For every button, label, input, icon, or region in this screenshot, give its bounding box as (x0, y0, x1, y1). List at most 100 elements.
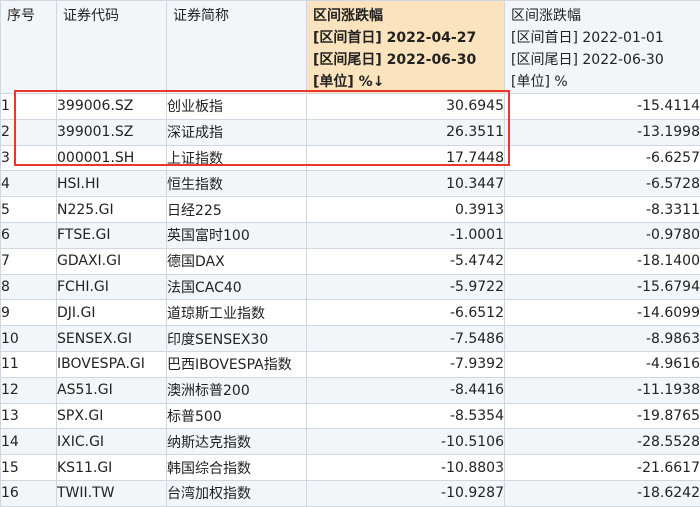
header-col1-unit: [单位] %↓ (313, 71, 504, 93)
row-value-2: -8.9863 (505, 326, 700, 352)
row-value-1: -1.0001 (307, 222, 505, 248)
row-name: 韩国综合指数 (167, 455, 307, 481)
table-row[interactable]: 5N225.GI日经2250.3913-8.3311 (1, 197, 700, 223)
header-col2-end: [区间尾日] 2022-06-30 (511, 49, 700, 71)
header-col1-title: 区间涨跌幅 (313, 5, 504, 27)
table-row[interactable]: 4HSI.HI恒生指数10.3447-6.5728 (1, 171, 700, 197)
row-index: 8 (1, 274, 57, 300)
row-code: IXIC.GI (57, 429, 167, 455)
row-index: 15 (1, 455, 57, 481)
row-value-1: 26.3511 (307, 119, 505, 145)
row-value-2: -28.5528 (505, 429, 700, 455)
row-code: TWII.TW (57, 480, 167, 506)
row-value-2: -15.6794 (505, 274, 700, 300)
row-code: AS51.GI (57, 377, 167, 403)
row-index: 10 (1, 326, 57, 352)
row-name: 印度SENSEX30 (167, 326, 307, 352)
table-row[interactable]: 15KS11.GI韩国综合指数-10.8803-21.6617 (1, 455, 700, 481)
row-index: 1 (1, 94, 57, 120)
row-code: FCHI.GI (57, 274, 167, 300)
row-value-2: -13.1998 (505, 119, 700, 145)
row-value-2: -6.5728 (505, 171, 700, 197)
header-range-change[interactable]: 区间涨跌幅 [区间首日] 2022-01-01 [区间尾日] 2022-06-3… (505, 1, 700, 94)
row-name: 恒生指数 (167, 171, 307, 197)
row-code: SENSEX.GI (57, 326, 167, 352)
row-code: HSI.HI (57, 171, 167, 197)
table-row[interactable]: 6FTSE.GI英国富时100-1.0001-0.9780 (1, 222, 700, 248)
header-col2-unit: [单位] % (511, 71, 700, 93)
row-value-2: -11.1938 (505, 377, 700, 403)
row-code: GDAXI.GI (57, 248, 167, 274)
table-row[interactable]: 2399001.SZ深证成指26.3511-13.1998 (1, 119, 700, 145)
row-code: IBOVESPA.GI (57, 351, 167, 377)
row-value-1: -10.5106 (307, 429, 505, 455)
row-code: DJI.GI (57, 300, 167, 326)
row-name: 澳洲标普200 (167, 377, 307, 403)
row-index: 7 (1, 248, 57, 274)
header-row: 序号 证券代码 证券简称 区间涨跌幅 [区间首日] 2022-04-27 [区间… (1, 1, 700, 94)
row-index: 16 (1, 480, 57, 506)
table-row[interactable]: 13SPX.GI标普500-8.5354-19.8765 (1, 403, 700, 429)
table-row[interactable]: 7GDAXI.GI德国DAX-5.4742-18.1400 (1, 248, 700, 274)
row-value-2: -15.4114 (505, 94, 700, 120)
row-value-2: -18.1400 (505, 248, 700, 274)
row-value-1: 0.3913 (307, 197, 505, 223)
header-range-change-sorted[interactable]: 区间涨跌幅 [区间首日] 2022-04-27 [区间尾日] 2022-06-3… (307, 1, 505, 94)
row-value-2: -21.6617 (505, 455, 700, 481)
header-code[interactable]: 证券代码 (57, 1, 167, 94)
row-name: 德国DAX (167, 248, 307, 274)
row-value-2: -18.6242 (505, 480, 700, 506)
table-row[interactable]: 11IBOVESPA.GI巴西IBOVESPA指数-7.9392-4.9616 (1, 351, 700, 377)
header-name[interactable]: 证券简称 (167, 1, 307, 94)
table-row[interactable]: 16TWII.TW台湾加权指数-10.9287-18.6242 (1, 480, 700, 506)
table-row[interactable]: 3000001.SH上证指数17.7448-6.6257 (1, 145, 700, 171)
header-col1-end: [区间尾日] 2022-06-30 (313, 49, 504, 71)
table-row[interactable]: 9DJI.GI道琼斯工业指数-6.6512-14.6099 (1, 300, 700, 326)
row-value-2: -0.9780 (505, 222, 700, 248)
row-name: 纳斯达克指数 (167, 429, 307, 455)
row-code: N225.GI (57, 197, 167, 223)
row-value-1: -5.9722 (307, 274, 505, 300)
table-row[interactable]: 12AS51.GI澳洲标普200-8.4416-11.1938 (1, 377, 700, 403)
header-col2-start: [区间首日] 2022-01-01 (511, 27, 700, 49)
row-value-1: -7.9392 (307, 351, 505, 377)
row-name: 英国富时100 (167, 222, 307, 248)
row-index: 13 (1, 403, 57, 429)
row-index: 14 (1, 429, 57, 455)
row-index: 2 (1, 119, 57, 145)
table-row[interactable]: 10SENSEX.GI印度SENSEX30-7.5486-8.9863 (1, 326, 700, 352)
index-performance-table: 序号 证券代码 证券简称 区间涨跌幅 [区间首日] 2022-04-27 [区间… (0, 0, 700, 507)
row-value-2: -19.8765 (505, 403, 700, 429)
row-code: FTSE.GI (57, 222, 167, 248)
row-value-2: -4.9616 (505, 351, 700, 377)
row-code: 000001.SH (57, 145, 167, 171)
row-value-1: -10.8803 (307, 455, 505, 481)
row-code: 399006.SZ (57, 94, 167, 120)
row-value-1: -6.6512 (307, 300, 505, 326)
row-index: 3 (1, 145, 57, 171)
row-value-1: -8.4416 (307, 377, 505, 403)
header-index[interactable]: 序号 (1, 1, 57, 94)
row-value-1: 30.6945 (307, 94, 505, 120)
header-col1-start: [区间首日] 2022-04-27 (313, 27, 504, 49)
row-index: 11 (1, 351, 57, 377)
header-col2-title: 区间涨跌幅 (511, 5, 700, 27)
row-value-2: -14.6099 (505, 300, 700, 326)
row-index: 5 (1, 197, 57, 223)
row-name: 日经225 (167, 197, 307, 223)
row-value-2: -8.3311 (505, 197, 700, 223)
row-name: 巴西IBOVESPA指数 (167, 351, 307, 377)
row-index: 12 (1, 377, 57, 403)
table-row[interactable]: 8FCHI.GI法国CAC40-5.9722-15.6794 (1, 274, 700, 300)
row-name: 上证指数 (167, 145, 307, 171)
table-row[interactable]: 1399006.SZ创业板指30.6945-15.4114 (1, 94, 700, 120)
row-name: 标普500 (167, 403, 307, 429)
row-value-2: -6.6257 (505, 145, 700, 171)
row-value-1: 17.7448 (307, 145, 505, 171)
row-code: SPX.GI (57, 403, 167, 429)
row-name: 道琼斯工业指数 (167, 300, 307, 326)
table-row[interactable]: 14IXIC.GI纳斯达克指数-10.5106-28.5528 (1, 429, 700, 455)
row-value-1: 10.3447 (307, 171, 505, 197)
row-index: 4 (1, 171, 57, 197)
row-value-1: -8.5354 (307, 403, 505, 429)
